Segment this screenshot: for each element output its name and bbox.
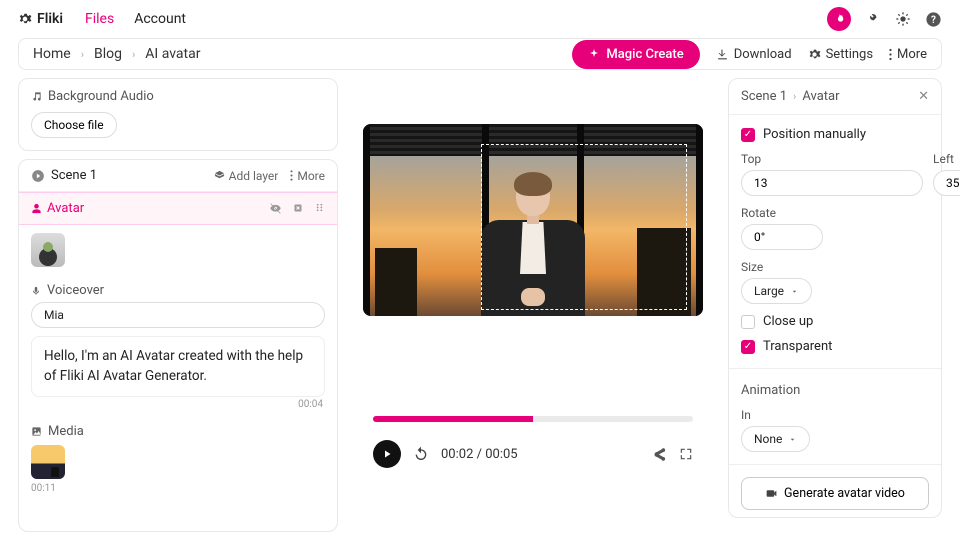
media-thumbnail[interactable] [31,445,65,479]
size-select[interactable]: Large [741,278,812,304]
voice-chip[interactable]: Mia [31,302,325,328]
more-vertical-icon [889,48,892,61]
transcript-text[interactable]: Hello, I'm an AI Avatar created with the… [31,336,325,397]
video-preview[interactable] [363,124,703,316]
panel-crumb-scene[interactable]: Scene 1 [741,89,787,104]
replay-icon [413,446,429,462]
top-input[interactable] [741,170,923,196]
play-icon [381,448,393,460]
panel-crumb-avatar[interactable]: Avatar [802,89,839,104]
crumb-current[interactable]: AI avatar [145,46,200,62]
play-button[interactable] [373,440,401,468]
background-audio-label: Background Audio [48,89,154,104]
layers-icon [214,170,225,181]
svg-text:?: ? [931,15,936,26]
transparent-checkbox[interactable] [741,340,755,354]
chevron-right-icon: › [81,48,84,61]
fire-icon [833,13,846,26]
close-panel-button[interactable]: ✕ [918,89,929,104]
image-icon [31,426,42,437]
theme-icon[interactable] [895,11,911,27]
size-label: Size [741,260,929,274]
chevron-down-icon [788,435,797,444]
fullscreen-button[interactable] [679,447,693,462]
person-icon [31,203,42,214]
add-layer-button[interactable]: Add layer [214,169,279,183]
tab-files[interactable]: Files [85,11,114,27]
media-duration: 00:11 [19,481,337,504]
fullscreen-icon [679,447,693,461]
rotate-input[interactable] [741,224,823,250]
animation-label: Animation [741,383,929,398]
closeup-label: Close up [763,314,813,329]
gear-icon [808,48,821,61]
mic-icon [31,286,41,296]
avatar-label: Avatar [47,201,84,216]
chevron-right-icon: › [793,90,796,103]
help-icon[interactable]: ? [925,11,942,28]
play-circle-icon[interactable] [31,169,45,183]
drag-handle-icon[interactable] [314,202,325,213]
music-icon [31,91,42,102]
selection-box[interactable] [481,144,687,310]
avatar-layer-row[interactable]: Avatar [19,192,337,225]
gear-icon [18,12,32,26]
more-button[interactable]: More [889,47,927,62]
position-manually-checkbox[interactable] [741,128,755,142]
tools-icon[interactable] [865,11,881,27]
chevron-right-icon: › [132,48,135,61]
chevron-down-icon [790,287,799,296]
breadcrumb: Home › Blog › AI avatar [33,46,200,62]
position-manually-label: Position manually [763,127,866,142]
top-label: Top [741,152,923,166]
crumb-blog[interactable]: Blog [94,46,122,62]
share-icon [652,447,667,462]
more-vertical-icon [290,170,293,181]
tab-account[interactable]: Account [134,11,186,27]
delete-icon[interactable] [292,202,304,214]
scene-title: Scene 1 [51,168,97,183]
avatar-properties-panel: Scene 1 › Avatar ✕ Position manually Top… [728,78,942,518]
voiceover-label: Voiceover [47,283,104,298]
download-icon [716,48,729,61]
rotate-label: Rotate [741,206,929,220]
animation-in-label: In [741,408,929,422]
time-display: 00:02 / 00:05 [441,447,518,462]
magic-create-button[interactable]: Magic Create [572,40,699,69]
animation-in-select[interactable]: None [741,426,810,452]
generate-avatar-button[interactable]: Generate avatar video [741,477,929,510]
scene-more-button[interactable]: More [290,169,325,183]
avatar-thumbnail[interactable] [31,233,65,267]
left-input[interactable] [933,170,960,196]
brand-name: Fliki [37,11,63,27]
closeup-checkbox[interactable] [741,315,755,329]
left-label: Left [933,152,960,166]
crumb-home[interactable]: Home [33,46,71,62]
streak-badge[interactable] [827,7,851,31]
scene-card: Scene 1 Add layer More Avatar [18,159,338,532]
share-button[interactable] [652,447,667,462]
download-button[interactable]: Download [716,47,792,62]
choose-file-button[interactable]: Choose file [31,112,117,138]
sparkle-icon [588,48,600,60]
visibility-off-icon[interactable] [269,202,282,215]
video-icon [765,487,778,500]
media-label: Media [48,424,84,439]
background-audio-card: Background Audio Choose file [18,78,338,151]
progress-bar[interactable] [373,416,693,422]
brand[interactable]: Fliki [18,11,63,27]
transparent-label: Transparent [763,339,832,354]
settings-button[interactable]: Settings [808,47,873,62]
voiceover-duration: 00:04 [19,399,337,416]
replay-button[interactable] [413,446,429,462]
